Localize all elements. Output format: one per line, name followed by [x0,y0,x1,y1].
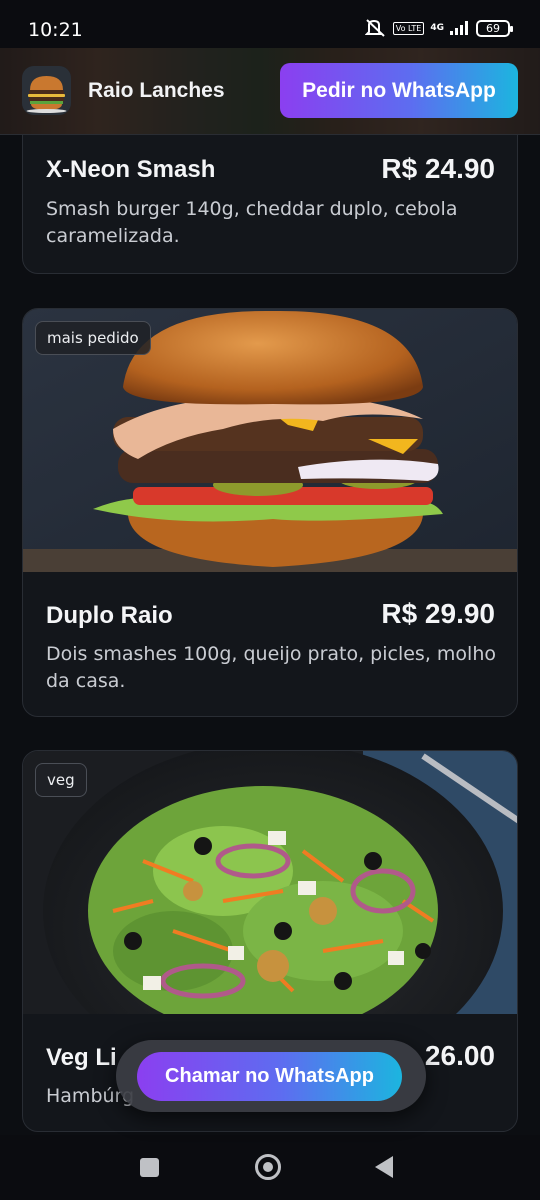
menu-list[interactable]: X-Neon Smash R$ 24.90 Smash burger 140g,… [0,135,540,1135]
item-name: X-Neon Smash [46,156,216,183]
status-time: 10:21 [28,19,83,41]
call-whatsapp-button[interactable]: Chamar no WhatsApp [137,1052,402,1101]
item-name: Veg Li [46,1044,117,1071]
burger-logo-icon[interactable] [22,66,71,115]
item-description: Smash burger 140g, cheddar duplo, cebola… [46,198,458,247]
back-icon[interactable] [375,1156,393,1178]
item-tag: mais pedido [35,321,151,355]
brand-name: Raio Lanches [88,79,225,102]
system-nav-bar [0,1135,540,1200]
app-header: Raio Lanches Pedir no WhatsApp [0,45,540,135]
item-price: 26.00 [424,1040,495,1071]
salad-photo: veg [23,751,517,1014]
volte-icon: Vo LTE [392,21,425,35]
item-price: R$ 24.90 [381,153,495,184]
item-description: Dois smashes 100g, queijo prato, picles,… [46,643,496,692]
home-icon[interactable] [255,1154,281,1180]
order-whatsapp-button[interactable]: Pedir no WhatsApp [280,63,518,118]
battery-icon: 69 [476,19,513,37]
signal-icon [450,21,468,35]
double-burger-photo: mais pedido [23,309,517,572]
status-bar: 10:21 Vo LTE 4G 69 [0,0,540,48]
item-name: Duplo Raio [46,602,173,629]
network-type: 4G [430,22,444,33]
status-icons: Vo LTE 4G 69 [364,18,513,38]
floating-whatsapp-container: Chamar no WhatsApp [116,1040,426,1112]
menu-card[interactable]: mais pedido Duplo Raio R$ 29.90 Dois sma… [22,308,518,717]
recent-apps-icon[interactable] [140,1158,159,1177]
item-tag: veg [35,763,87,797]
menu-card[interactable]: X-Neon Smash R$ 24.90 Smash burger 140g,… [22,135,518,274]
mute-icon [364,19,385,37]
item-price: R$ 29.90 [381,598,495,629]
